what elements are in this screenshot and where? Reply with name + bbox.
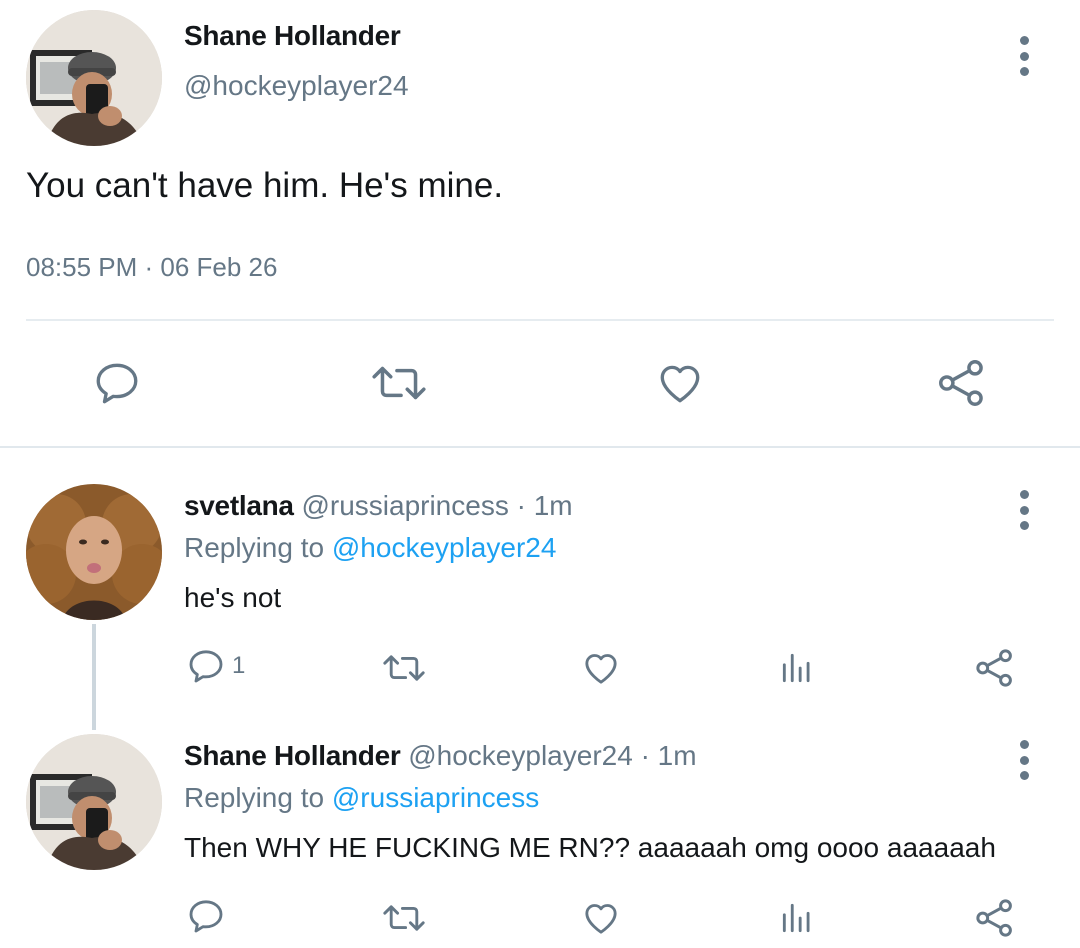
tweet-timestamp: 08:55 PM · 06 Feb 26 bbox=[26, 252, 278, 282]
like-button[interactable] bbox=[580, 898, 622, 938]
mention-link[interactable]: @russiaprincess bbox=[332, 782, 539, 813]
replying-to: Replying to @hockeyplayer24 bbox=[184, 532, 556, 564]
share-icon bbox=[976, 899, 1012, 937]
mention-link[interactable]: @hockeyplayer24 bbox=[332, 532, 557, 563]
analytics-button[interactable] bbox=[778, 898, 816, 938]
like-button[interactable] bbox=[580, 648, 622, 688]
reply-text: he's not bbox=[184, 582, 282, 613]
retweet-button[interactable] bbox=[380, 898, 428, 938]
avatar[interactable] bbox=[26, 484, 162, 620]
replying-label: Replying to bbox=[184, 782, 325, 813]
analytics-icon bbox=[782, 903, 810, 933]
like-icon bbox=[585, 654, 617, 684]
analytics-icon bbox=[782, 653, 810, 683]
author-handle[interactable]: @hockeyplayer24 bbox=[408, 740, 633, 771]
like-button[interactable] bbox=[654, 358, 706, 408]
divider bbox=[26, 319, 1054, 321]
reply-icon bbox=[189, 900, 223, 933]
avatar-photo-icon bbox=[26, 734, 162, 870]
author-handle[interactable]: @hockeyplayer24 bbox=[184, 70, 409, 102]
avatar[interactable] bbox=[26, 10, 162, 146]
reply-button[interactable] bbox=[92, 358, 142, 408]
share-button[interactable] bbox=[974, 896, 1016, 940]
reply-header: Shane Hollander @hockeyplayer24 · 1m bbox=[184, 740, 697, 772]
main-tweet: Shane Hollander @hockeyplayer24 You can'… bbox=[0, 0, 1080, 448]
share-button[interactable] bbox=[936, 356, 988, 410]
author-name[interactable]: Shane Hollander bbox=[184, 740, 401, 771]
share-icon bbox=[976, 649, 1012, 687]
reply-text: Then WHY HE FUCKING ME RN?? aaaaaah omg … bbox=[184, 832, 996, 863]
more-options-icon[interactable] bbox=[1016, 740, 1032, 780]
retweet-button[interactable] bbox=[380, 648, 428, 688]
share-button[interactable] bbox=[974, 646, 1016, 690]
author-name[interactable]: Shane Hollander bbox=[184, 20, 401, 52]
reply-icon bbox=[189, 650, 223, 683]
more-options-icon[interactable] bbox=[1016, 490, 1032, 530]
avatar-photo-icon bbox=[26, 10, 162, 146]
retweet-button[interactable] bbox=[368, 358, 430, 408]
reply-tweet: svetlana @russiaprincess · 1m Replying t… bbox=[0, 448, 1080, 730]
reply-tweet: Shane Hollander @hockeyplayer24 · 1m Rep… bbox=[0, 730, 1080, 948]
author-handle[interactable]: @russiaprincess bbox=[301, 490, 508, 521]
retweet-icon bbox=[383, 655, 425, 681]
replying-to: Replying to @russiaprincess bbox=[184, 782, 539, 814]
reply-count: 1 bbox=[232, 652, 246, 679]
reply-button[interactable] bbox=[186, 896, 226, 936]
reply-button[interactable]: 1 bbox=[186, 646, 245, 686]
retweet-icon bbox=[372, 366, 426, 400]
avatar-photo-icon bbox=[26, 484, 162, 620]
like-icon bbox=[585, 904, 617, 934]
thread-connector bbox=[92, 624, 96, 730]
reply-icon bbox=[96, 363, 138, 404]
share-icon bbox=[939, 360, 983, 406]
reply-time: · 1m bbox=[640, 740, 697, 771]
like-icon bbox=[660, 365, 700, 403]
tweet-text: You can't have him. He's mine. bbox=[26, 166, 504, 205]
retweet-icon bbox=[383, 905, 425, 931]
reply-header: svetlana @russiaprincess · 1m bbox=[184, 490, 573, 522]
replying-label: Replying to bbox=[184, 532, 325, 563]
author-name[interactable]: svetlana bbox=[184, 490, 294, 521]
more-options-icon[interactable] bbox=[1016, 36, 1032, 76]
avatar[interactable] bbox=[26, 734, 162, 870]
analytics-button[interactable] bbox=[778, 648, 816, 688]
reply-time: · 1m bbox=[516, 490, 573, 521]
